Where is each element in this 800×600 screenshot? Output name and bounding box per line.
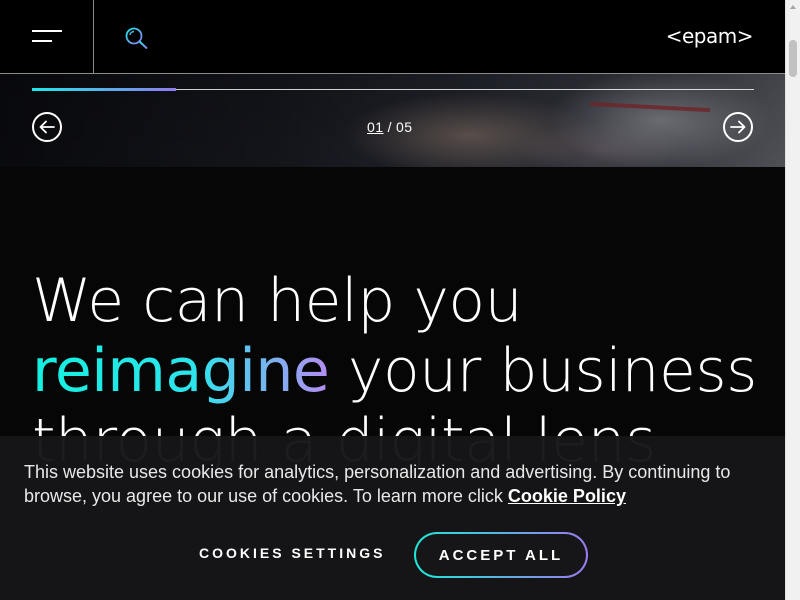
headline-line-2: reimagine your business: [32, 336, 772, 406]
arrow-right-icon: [730, 120, 746, 134]
menu-button[interactable]: [0, 0, 94, 73]
accept-all-button[interactable]: ACCEPT ALL: [414, 532, 588, 578]
cookie-banner: This website uses cookies for analytics,…: [0, 436, 785, 600]
headline-line-2-rest: your business: [329, 336, 757, 406]
cookie-message: This website uses cookies for analytics,…: [24, 460, 769, 508]
accept-all-label: ACCEPT ALL: [416, 534, 586, 576]
headline-line-1: We can help you: [32, 266, 523, 336]
slide-counter: 01/05: [367, 119, 413, 135]
scroll-up-arrow-icon[interactable]: [790, 5, 796, 9]
slide-total: 05: [395, 119, 413, 135]
search-button[interactable]: [124, 26, 150, 50]
headline-accent-word: reimagine: [32, 336, 330, 406]
epam-logo[interactable]: <epam>: [666, 24, 754, 48]
hamburger-icon-bottom-bar: [32, 40, 52, 42]
slider-prev-button[interactable]: [32, 112, 62, 142]
scrollbar-thumb[interactable]: [789, 40, 797, 77]
slider-next-button[interactable]: [723, 112, 753, 142]
hamburger-icon: [32, 30, 62, 32]
cookies-settings-button[interactable]: COOKIES SETTINGS: [199, 545, 385, 561]
slider-progress-fill: [32, 88, 176, 91]
search-icon: [125, 27, 148, 50]
arrow-left-icon: [39, 120, 55, 134]
site-header: <epam>: [0, 0, 785, 74]
slide-current[interactable]: 01: [367, 119, 384, 135]
page: <epam> 01/05 We can help you reimagine y…: [0, 0, 800, 600]
slide-separator: /: [387, 119, 392, 135]
page-scrollbar[interactable]: [785, 0, 800, 600]
cookie-policy-link[interactable]: Cookie Policy: [508, 486, 626, 506]
